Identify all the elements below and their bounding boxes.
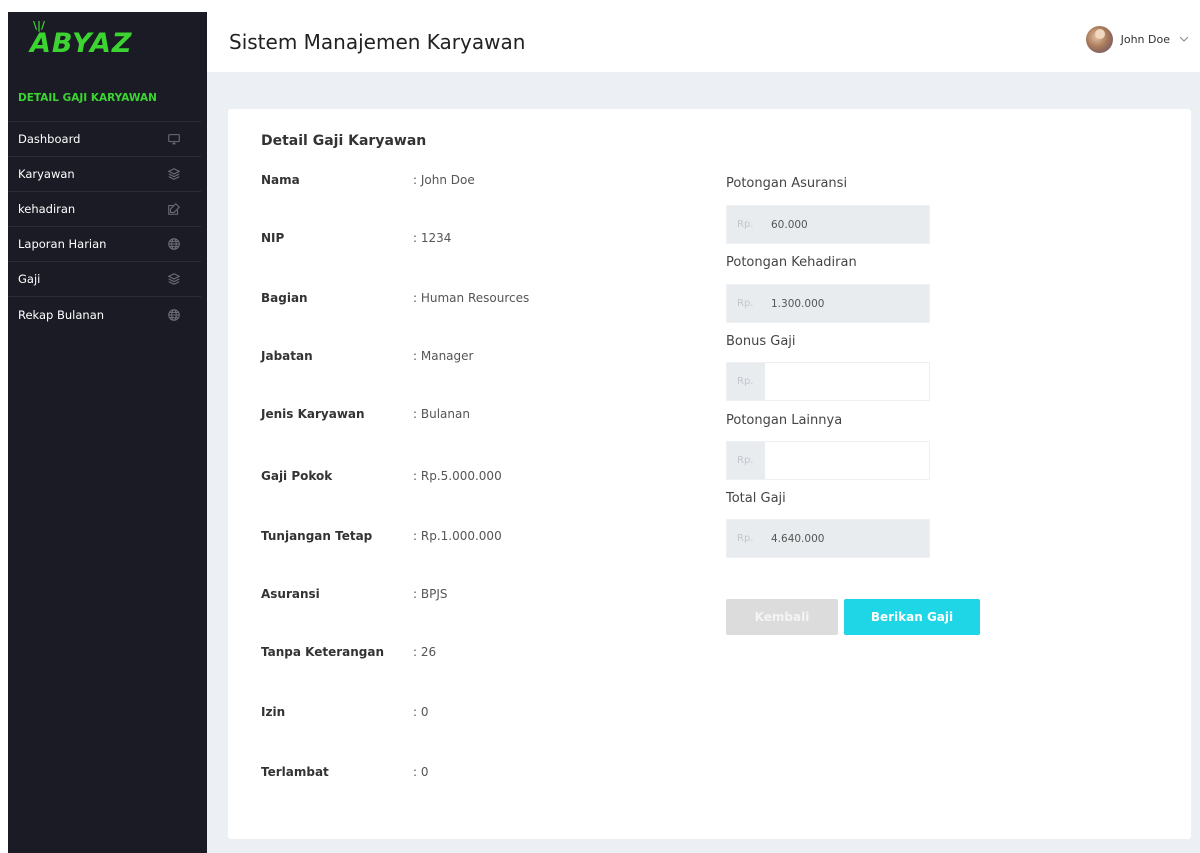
sidebar-item-label: Rekap Bulanan: [18, 307, 105, 322]
currency-prefix: Rp.: [727, 285, 765, 322]
info-value: : Manager: [413, 349, 474, 363]
logo[interactable]: \|/ ABYAZ: [8, 12, 207, 74]
sidebar-item-label: Karyawan: [18, 167, 75, 181]
info-row-nip: NIP : 1234: [261, 231, 451, 245]
edit-icon: [167, 202, 181, 216]
give-salary-button[interactable]: Berikan Gaji: [844, 599, 980, 635]
chevron-down-icon: [1178, 30, 1190, 49]
user-menu[interactable]: John Doe: [1085, 26, 1190, 53]
avatar: [1085, 26, 1113, 53]
bonus-gaji-input[interactable]: [765, 363, 929, 400]
info-row-tunjangan-tetap: Tunjangan Tetap : Rp.1.000.000: [261, 529, 502, 543]
total-gaji-label: Total Gaji: [726, 491, 786, 506]
info-value: : Human Resources: [413, 291, 530, 305]
sidebar-item-dashboard[interactable]: Dashboard: [8, 122, 201, 157]
info-value: : John Doe: [413, 173, 475, 187]
info-label: Jenis Karyawan: [261, 407, 365, 421]
info-row-izin: Izin : 0: [261, 705, 429, 719]
currency-prefix: Rp.: [727, 520, 765, 557]
info-label: Asuransi: [261, 587, 320, 601]
sidebar-item-gaji[interactable]: Gaji: [8, 262, 201, 297]
potongan-kehadiran-label: Potongan Kehadiran: [726, 255, 857, 270]
potongan-asuransi-label: Potongan Asuransi: [726, 176, 848, 191]
total-gaji-field[interactable]: Rp. 4.640.000: [726, 519, 930, 558]
info-label: Tanpa Keterangan: [261, 645, 385, 659]
salary-detail-card: Detail Gaji Karyawan Nama : John Doe NIP…: [228, 109, 1191, 839]
layers-icon: [167, 272, 181, 286]
info-label: Gaji Pokok: [261, 469, 333, 483]
sidebar-item-label: Gaji: [18, 272, 41, 286]
info-row-gaji-pokok: Gaji Pokok : Rp.5.000.000: [261, 469, 502, 483]
info-row-tanpa-keterangan: Tanpa Keterangan : 26: [261, 645, 436, 659]
info-row-bagian: Bagian : Human Resources: [261, 291, 529, 305]
total-gaji-value: 4.640.000: [765, 520, 929, 557]
logo-spark-icon: \|/: [33, 18, 46, 32]
info-value: : 26: [413, 645, 437, 659]
currency-prefix: Rp.: [727, 206, 765, 243]
info-value: : BPJS: [413, 587, 448, 601]
currency-prefix: Rp.: [727, 363, 765, 400]
sidebar-item-kehadiran[interactable]: kehadiran: [8, 192, 201, 227]
layers-icon: [167, 167, 181, 181]
info-row-jabatan: Jabatan : Manager: [261, 349, 473, 363]
info-value: : 0: [413, 765, 429, 779]
user-name: John Doe: [1120, 33, 1170, 46]
info-label: Izin: [261, 705, 286, 719]
info-label: Terlambat: [261, 765, 329, 779]
info-label: Jabatan: [261, 349, 313, 363]
info-value: : Rp.1.000.000: [413, 529, 502, 543]
monitor-icon: [167, 132, 181, 146]
sidebar-item-rekap-bulanan[interactable]: Rekap Bulanan: [8, 297, 201, 332]
globe-icon: [167, 237, 181, 251]
sidebar-item-label: Dashboard: [18, 132, 81, 146]
info-label: Tunjangan Tetap: [261, 529, 373, 543]
globe-icon: [167, 308, 181, 322]
info-label: Nama: [261, 173, 300, 187]
potongan-lainnya-input[interactable]: [765, 442, 929, 479]
logo-text: \|/ ABYAZ: [30, 18, 133, 59]
info-value: : 1234: [413, 231, 452, 245]
sidebar-item-laporan-harian[interactable]: Laporan Harian: [8, 227, 201, 262]
currency-prefix: Rp.: [727, 442, 765, 479]
sidebar-menu: Dashboard Karyawan kehadiran Laporan Har…: [8, 122, 207, 332]
info-label: Bagian: [261, 291, 308, 305]
page-title: Detail Gaji Karyawan: [261, 133, 427, 149]
info-value: : Bulanan: [413, 407, 470, 421]
potongan-asuransi-field[interactable]: Rp. 60.000: [726, 205, 930, 244]
potongan-kehadiran-field[interactable]: Rp. 1.300.000: [726, 284, 930, 323]
potongan-kehadiran-value: 1.300.000: [765, 285, 929, 322]
potongan-lainnya-field[interactable]: Rp.: [726, 441, 930, 480]
info-value: : Rp.5.000.000: [413, 469, 502, 483]
bonus-gaji-field[interactable]: Rp.: [726, 362, 930, 401]
bonus-gaji-label: Bonus Gaji: [726, 334, 796, 349]
potongan-lainnya-label: Potongan Lainnya: [726, 413, 843, 428]
info-value: : 0: [413, 705, 429, 719]
info-row-nama: Nama : John Doe: [261, 173, 475, 187]
info-row-asuransi: Asuransi : BPJS: [261, 587, 447, 601]
sidebar-item-label: kehadiran: [18, 202, 76, 216]
top-header: Sistem Manajemen Karyawan John Doe: [207, 12, 1200, 72]
potongan-asuransi-value: 60.000: [765, 206, 929, 243]
info-row-jenis-karyawan: Jenis Karyawan : Bulanan: [261, 407, 470, 421]
app-title: Sistem Manajemen Karyawan: [229, 30, 526, 54]
info-label: NIP: [261, 231, 285, 245]
sidebar: \|/ ABYAZ DETAIL GAJI KARYAWAN Dashboard…: [8, 12, 207, 853]
back-button[interactable]: Kembali: [726, 599, 838, 635]
sidebar-section-title: DETAIL GAJI KARYAWAN: [8, 74, 201, 122]
main-content: Detail Gaji Karyawan Nama : John Doe NIP…: [207, 72, 1200, 853]
sidebar-item-label: Laporan Harian: [18, 237, 107, 251]
sidebar-item-karyawan[interactable]: Karyawan: [8, 157, 201, 192]
info-row-terlambat: Terlambat : 0: [261, 765, 429, 779]
